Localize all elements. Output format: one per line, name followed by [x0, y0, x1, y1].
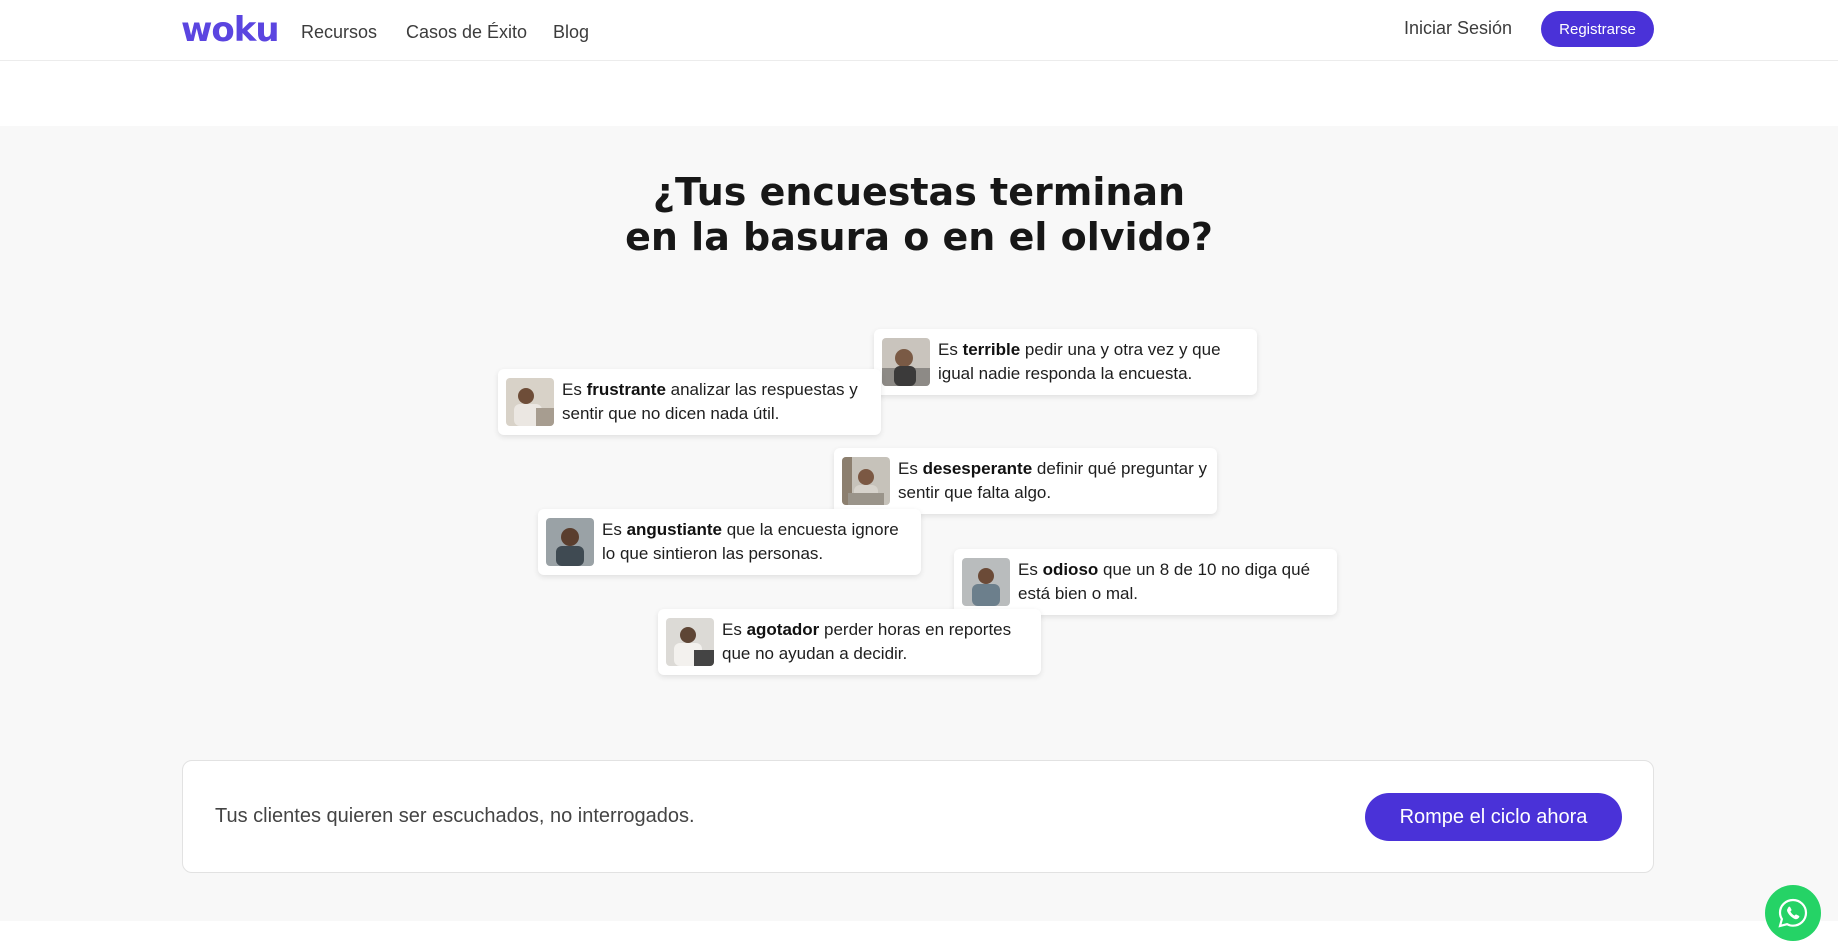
pain-card-text: Es desesperante definir qué preguntar y …: [898, 459, 1208, 502]
person-photo: [962, 558, 1010, 606]
whatsapp-button[interactable]: [1765, 885, 1821, 941]
whatsapp-icon: [1778, 898, 1808, 928]
pain-card-angustiante: Es angustiante que la encuesta ignore lo…: [538, 509, 921, 575]
cta-text: Tus clientes quieren ser escuchados, no …: [215, 805, 695, 827]
login-link[interactable]: Iniciar Sesión: [1404, 18, 1512, 39]
pain-card-text: Es frustrante analizar las respuestas y …: [562, 380, 858, 423]
pain-card-agotador: Es agotador perder horas en reportes que…: [658, 609, 1041, 675]
register-button[interactable]: Registrarse: [1541, 11, 1654, 47]
pain-card-text: Es odioso que un 8 de 10 no diga qué est…: [1018, 560, 1311, 603]
cta-banner: Tus clientes quieren ser escuchados, no …: [182, 760, 1654, 873]
person-photo: [546, 518, 594, 566]
nav-recursos[interactable]: Recursos: [301, 22, 377, 43]
site-header: woku Recursos Casos de Éxito Blog Inicia…: [0, 0, 1838, 61]
pain-points-section: ¿Tus encuestas terminan en la basura o e…: [0, 126, 1838, 921]
pain-card-text: Es angustiante que la encuesta ignore lo…: [602, 520, 899, 563]
pain-card-text: Es terrible pedir una y otra vez y que i…: [938, 340, 1221, 383]
section-headline: ¿Tus encuestas terminan en la basura o e…: [0, 170, 1838, 260]
person-photo: [842, 457, 890, 505]
pain-card-desesperante: Es desesperante definir qué preguntar y …: [834, 448, 1217, 514]
pain-card-terrible: Es terrible pedir una y otra vez y que i…: [874, 329, 1257, 395]
person-photo: [666, 618, 714, 666]
break-cycle-button[interactable]: Rompe el ciclo ahora: [1365, 793, 1622, 841]
headline-line-2: en la basura o en el olvido?: [625, 215, 1213, 259]
woku-logo[interactable]: woku: [181, 10, 280, 50]
nav-casos-de-exito[interactable]: Casos de Éxito: [406, 22, 527, 43]
headline-line-1: ¿Tus encuestas terminan: [652, 170, 1186, 214]
person-photo: [506, 378, 554, 426]
pain-card-odioso: Es odioso que un 8 de 10 no diga qué est…: [954, 549, 1337, 615]
nav-blog[interactable]: Blog: [553, 22, 589, 43]
pain-card-frustrante: Es frustrante analizar las respuestas y …: [498, 369, 881, 435]
person-photo: [882, 338, 930, 386]
pain-card-text: Es agotador perder horas en reportes que…: [722, 620, 1012, 663]
